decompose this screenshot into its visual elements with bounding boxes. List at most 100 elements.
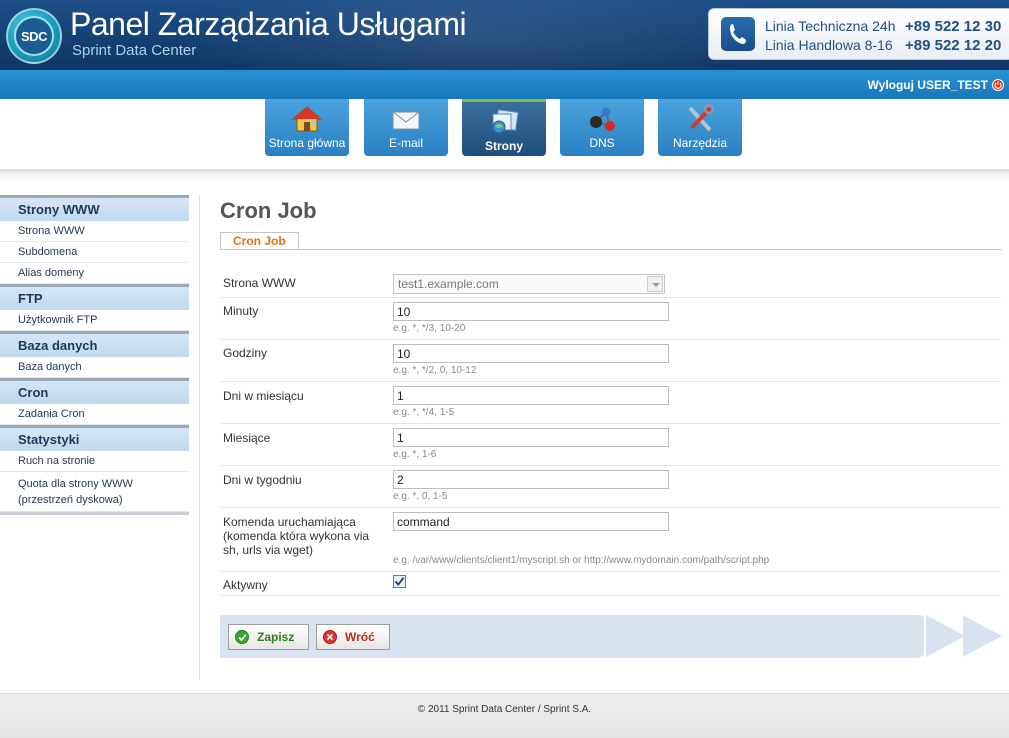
row-months: Miesiące e.g. *, 1-6 <box>220 424 1001 466</box>
contact-label: Linia Handlowa 8-16 <box>765 37 893 53</box>
row-days-week: Dni w tygodniu e.g. *, 0, 1-5 <box>220 466 1001 508</box>
sidebar-item-website[interactable]: Strona WWW <box>0 221 189 242</box>
header: SDC Panel Zarządzania Usługami Sprint Da… <box>0 0 1009 70</box>
footer-copyright: © 2011 Sprint Data Center / Sprint S.A. <box>417 704 592 715</box>
quota-sublabel: (przestrzeń dyskowa) <box>18 494 123 506</box>
tab-label: Strona główna <box>268 136 346 150</box>
save-label: Zapisz <box>257 630 295 644</box>
tab-tools[interactable]: Narzędzia <box>658 99 742 156</box>
content-divider <box>199 195 200 680</box>
contact-sales: Linia Handlowa 8-16 +89 522 12 20 <box>765 37 1001 54</box>
tools-icon <box>688 104 715 132</box>
sidebar-section-cron: Cron <box>0 378 189 404</box>
arrow-decoration <box>963 615 1002 657</box>
days-week-input[interactable] <box>393 470 669 489</box>
sidebar-item-domain-alias[interactable]: Alias domeny <box>0 263 189 284</box>
command-label-line2: (komenda która wykona via <box>223 529 370 543</box>
active-checkbox[interactable] <box>393 575 406 588</box>
tab-sites[interactable]: Strony <box>462 99 546 156</box>
sidebar-section-statistics: Statystyki <box>0 425 189 451</box>
command-input[interactable] <box>393 512 669 531</box>
check-circle-icon <box>235 630 249 644</box>
sidebar-section-websites: Strony WWW <box>0 195 189 221</box>
hours-label: Godziny <box>223 346 268 360</box>
footer: © 2011 Sprint Data Center / Sprint S.A. <box>0 693 1009 738</box>
power-icon <box>992 79 1004 91</box>
sdc-logo[interactable]: SDC <box>6 8 62 64</box>
days-week-hint: e.g. *, 0, 1-5 <box>393 491 448 502</box>
sidebar-section-ftp: FTP <box>0 284 189 310</box>
tab-dns[interactable]: DNS <box>560 99 644 156</box>
sidebar: Strony WWW Strona WWW Subdomena Alias do… <box>0 195 189 515</box>
logout-label: Wyloguj USER_TEST <box>867 78 988 92</box>
days-week-label: Dni w tygodniu <box>223 473 302 487</box>
command-label: Komenda uruchamiająca (komenda która wyk… <box>223 515 369 557</box>
minutes-label: Minuty <box>223 304 259 318</box>
logo-text: SDC <box>14 16 54 56</box>
app-subtitle: Sprint Data Center <box>72 42 197 59</box>
contact-number[interactable]: +89 522 12 20 <box>905 37 1001 54</box>
row-minutes: Minuty e.g. *, */3, 10-20 <box>220 298 1001 340</box>
command-label-line1: Komenda uruchamiająca <box>223 515 356 529</box>
back-button[interactable]: Wróć <box>316 624 390 650</box>
tab-label: Strony <box>484 139 523 153</box>
sidebar-item-quota[interactable]: Quota dla strony WWW (przestrzeń dyskowa… <box>0 472 189 512</box>
hours-hint: e.g. *, */2, 0, 10-12 <box>393 365 477 376</box>
sites-icon <box>492 109 519 134</box>
website-select[interactable]: test1.example.com <box>393 274 665 294</box>
tab-label: DNS <box>589 136 615 150</box>
sidebar-item-traffic[interactable]: Ruch na stronie <box>0 451 189 472</box>
checkmark-icon <box>394 577 405 586</box>
home-icon <box>291 106 323 132</box>
arrow-decoration <box>926 615 965 657</box>
tab-underline <box>220 249 1002 250</box>
page-title: Cron Job <box>220 198 317 223</box>
months-hint: e.g. *, 1-6 <box>393 449 437 460</box>
days-month-input[interactable] <box>393 386 669 405</box>
cancel-circle-icon <box>323 630 337 644</box>
sidebar-end <box>0 512 189 515</box>
sidebar-section-database: Baza danych <box>0 331 189 357</box>
tab-home[interactable]: Strona główna <box>265 99 349 156</box>
quota-label: Quota dla strony WWW <box>18 478 133 490</box>
phone-icon <box>721 17 755 51</box>
sidebar-item-subdomain[interactable]: Subdomena <box>0 242 189 263</box>
command-hint: e.g. /var/www/clients/client1/myscript.s… <box>393 555 770 566</box>
save-button[interactable]: Zapisz <box>228 624 309 650</box>
user-bar: Wyloguj USER_TEST <box>0 70 1009 99</box>
tab-cron-job[interactable]: Cron Job <box>220 232 299 250</box>
nav-divider <box>0 169 1009 181</box>
dns-network-icon <box>590 107 615 131</box>
back-label: Wróć <box>345 630 375 644</box>
contact-label: Linia Techniczna 24h <box>765 18 896 34</box>
chevron-down-icon[interactable] <box>647 276 663 292</box>
tab-email[interactable]: E-mail <box>364 99 448 156</box>
minutes-hint: e.g. *, */3, 10-20 <box>393 323 466 334</box>
sidebar-item-database[interactable]: Baza danych <box>0 357 189 378</box>
days-month-hint: e.g. *, */4, 1-5 <box>393 407 455 418</box>
tab-label: E-mail <box>388 136 423 150</box>
sidebar-item-ftp-user[interactable]: Użytkownik FTP <box>0 310 189 331</box>
row-hours: Godziny e.g. *, */2, 0, 10-12 <box>220 340 1001 382</box>
active-label: Aktywny <box>223 578 268 592</box>
row-command: Komenda uruchamiająca (komenda która wyk… <box>220 508 1001 572</box>
logout-link[interactable]: Wyloguj USER_TEST <box>868 78 1004 92</box>
row-website: Strona WWW test1.example.com <box>220 268 1001 298</box>
app-title: Panel Zarządzania Usługami <box>70 6 467 42</box>
row-days-month: Dni w miesiącu e.g. *, */4, 1-5 <box>220 382 1001 424</box>
command-label-line3: sh, urls via wget) <box>223 543 314 557</box>
days-month-label: Dni w miesiącu <box>223 389 304 403</box>
contact-technical: Linia Techniczna 24h +89 522 12 30 <box>765 18 1001 35</box>
envelope-icon <box>392 111 420 130</box>
hours-input[interactable] <box>393 344 669 363</box>
sidebar-item-cron-jobs[interactable]: Zadania Cron <box>0 404 189 425</box>
months-label: Miesiące <box>223 431 271 445</box>
contact-number[interactable]: +89 522 12 30 <box>905 18 1001 35</box>
row-active: Aktywny <box>220 572 1001 596</box>
contact-box: Linia Techniczna 24h +89 522 12 30 Linia… <box>708 8 1009 60</box>
website-label: Strona WWW <box>223 276 296 290</box>
minutes-input[interactable] <box>393 302 669 321</box>
months-input[interactable] <box>393 428 669 447</box>
website-value: test1.example.com <box>398 277 499 291</box>
tab-label: Narzędzia <box>672 136 728 150</box>
